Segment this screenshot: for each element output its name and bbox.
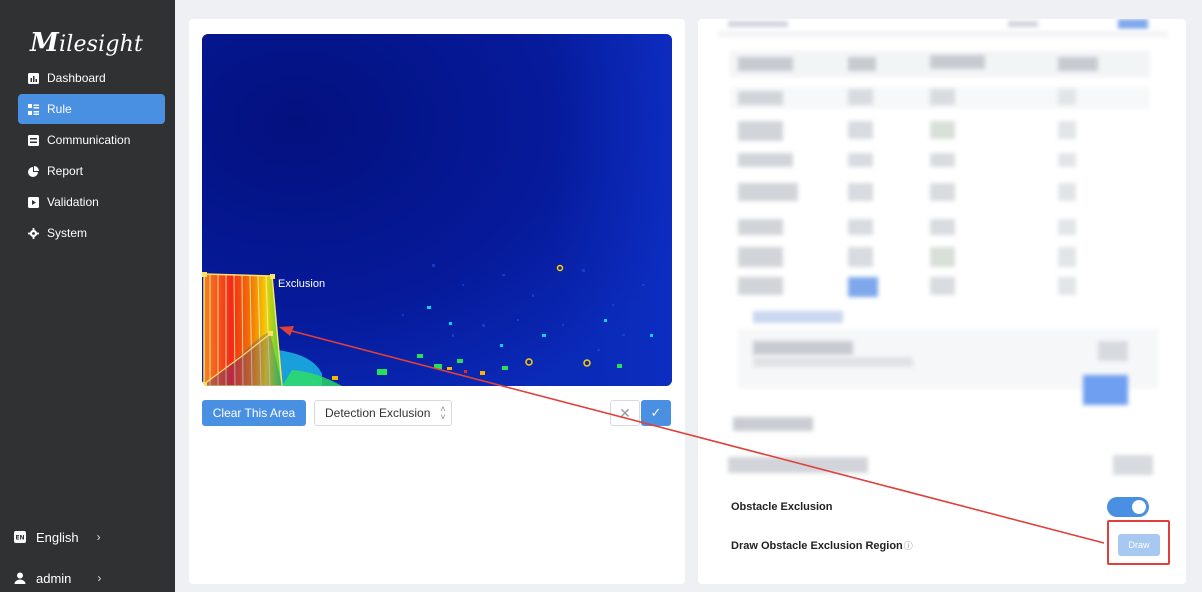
language-icon: EN — [14, 531, 26, 543]
language-label: English — [36, 529, 79, 545]
toggle-knob — [1132, 500, 1146, 514]
sidebar-item-label: Communication — [47, 133, 131, 147]
chevron-right-icon: › — [97, 571, 102, 585]
chevron-right-icon: › — [96, 530, 101, 544]
blurred-settings — [698, 19, 1186, 489]
sidebar-item-report[interactable]: Report — [18, 156, 165, 186]
heatmap-canvas[interactable]: Exclusion — [202, 34, 672, 386]
confirm-button[interactable]: ✓ — [641, 400, 671, 426]
region-label: Exclusion — [278, 278, 326, 290]
language-selector[interactable]: EN English › — [14, 525, 101, 549]
obstacle-exclusion-toggle[interactable] — [1107, 497, 1149, 517]
region-editor-panel: Exclusion Clear This Area Detection Excl… — [189, 19, 685, 584]
rule-icon — [28, 103, 39, 115]
sidebar-item-label: System — [47, 226, 88, 240]
sidebar-item-label: Rule — [47, 102, 72, 116]
svg-text:EN: EN — [15, 535, 24, 542]
settings-panel: Obstacle Exclusion Draw Obstacle Exclusi… — [698, 19, 1186, 584]
user-icon — [14, 572, 26, 584]
sidebar-item-label: Report — [47, 164, 84, 178]
info-icon: ⓘ — [903, 541, 913, 551]
area-type-value: Detection Exclusion — [325, 406, 431, 420]
area-type-select[interactable]: Detection Exclusion ˄ ˅ — [314, 400, 452, 426]
draw-region-label: Draw Obstacle Exclusion Regionⓘ — [731, 540, 913, 552]
sidebar-item-label: Dashboard — [47, 71, 106, 85]
milesight-logo: Milesight — [30, 28, 144, 58]
clear-area-button[interactable]: Clear This Area — [202, 400, 306, 426]
cancel-button[interactable]: ✕ — [610, 400, 640, 426]
sidebar-item-system[interactable]: System — [18, 218, 165, 248]
communication-icon — [28, 134, 39, 146]
sidebar-item-validation[interactable]: Validation — [18, 187, 165, 217]
check-icon: ✓ — [650, 405, 662, 420]
chevron-up-down-icon: ˄ ˅ — [440, 404, 446, 422]
gear-icon — [28, 227, 39, 239]
user-name: admin — [36, 570, 72, 586]
sidebar-item-label: Validation — [47, 195, 99, 209]
obstacle-exclusion-label: Obstacle Exclusion — [731, 501, 833, 513]
draw-button-highlight — [1107, 520, 1170, 565]
sidebar-item-dashboard[interactable]: Dashboard — [18, 63, 165, 93]
sidebar-item-communication[interactable]: Communication — [18, 125, 165, 155]
sidebar: Milesight Dashboard Rule Communication R… — [0, 0, 175, 592]
sidebar-item-rule[interactable]: Rule — [18, 94, 165, 124]
pie-chart-icon — [28, 165, 39, 177]
close-icon: ✕ — [619, 404, 631, 421]
validation-icon — [28, 196, 39, 208]
user-menu[interactable]: admin › — [14, 566, 101, 590]
chart-icon — [28, 72, 39, 84]
